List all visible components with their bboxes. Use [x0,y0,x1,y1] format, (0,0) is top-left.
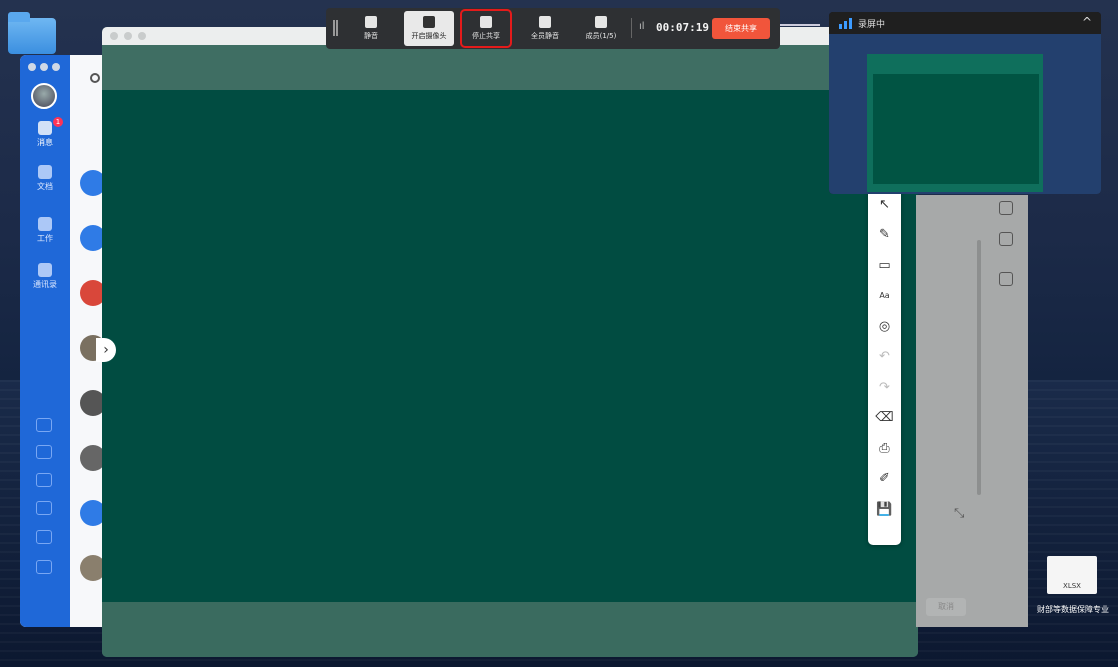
sidebar-item-contacts[interactable]: 通讯录 [25,263,65,290]
mail-icon[interactable] [36,530,52,544]
meeting-control-bar: 静音 开启摄像头 停止共享 全员静音 成员(1/5) ıl 00:07:19 结… [326,8,780,49]
end-share-button[interactable]: 结束共享 [712,18,770,39]
contacts-icon [38,263,52,277]
sidebar-item-label: 文档 [37,182,53,191]
ding-icon[interactable] [36,473,52,487]
mute-all-icon [539,16,551,28]
desktop-divider [780,24,820,26]
window-footer [102,602,918,657]
eraser-icon[interactable]: ⌫ [874,407,896,429]
window-header [102,45,918,90]
screen-share-icon [480,16,492,28]
collapse-icon[interactable]: ^ [1082,15,1092,29]
sidebar-item-label: 消息 [37,138,53,147]
sidebar-item-label: 工作 [37,234,53,243]
file-name[interactable]: 财部等数据保障专业 [1028,604,1118,615]
annotation-toolbar: ↖ ✎ ▭ Aa ◎ ↶ ↷ ⌫ ⎙ ✐ 💾 [868,185,901,545]
camera-button[interactable]: 开启摄像头 [404,11,454,46]
pointer-icon[interactable]: ↖ [874,193,896,215]
redo-icon[interactable]: ↷ [874,376,896,398]
fullscreen-icon[interactable]: ⤡ [954,506,964,521]
folder-icon[interactable] [8,12,56,54]
members-icon [595,16,607,28]
preview-thumbnail [829,34,1101,194]
xlsx-file-icon[interactable]: XLSX [1047,556,1097,594]
edit-icon[interactable]: ✐ [874,468,896,490]
recording-level-icon [839,18,853,29]
laser-icon[interactable]: ◎ [874,315,896,337]
recording-preview: 录屏中 ^ [829,12,1101,194]
sidebar-item-label: 通讯录 [33,280,57,289]
drag-handle-icon[interactable] [333,20,338,36]
im-sidebar: 消息 1 文档 工作 通讯录 [20,55,70,627]
sidebar-item-docs[interactable]: 文档 [25,165,65,192]
mute-button[interactable]: 静音 [346,11,396,46]
pen-icon[interactable]: ✎ [874,224,896,246]
signal-icon: ıl [639,21,645,32]
mute-all-button[interactable]: 全员静音 [520,11,570,46]
calendar-icon[interactable] [36,418,52,432]
todo-icon[interactable] [36,445,52,459]
preview-title: 录屏中 [858,20,886,30]
unread-badge: 1 [53,117,63,127]
doc-icon [38,165,52,179]
camera-icon [423,16,435,28]
preview-header: 录屏中 ^ [829,12,1101,34]
save-icon[interactable]: 💾 [874,498,896,520]
avatar[interactable] [31,83,57,109]
comment-icon[interactable] [999,201,1013,215]
phone-icon[interactable] [36,501,52,515]
capture-icon[interactable] [999,232,1013,246]
box-icon[interactable] [999,272,1013,286]
members-button[interactable]: 成员(1/5) [576,11,626,46]
stop-share-button[interactable]: 停止共享 [460,9,512,48]
whiteboard-canvas[interactable] [102,90,918,602]
preview-board [873,74,1039,184]
shared-window [102,27,918,657]
window-controls [28,63,60,71]
divider [631,18,632,38]
more-apps-icon[interactable] [36,560,52,574]
cancel-button[interactable]: 取消 [926,598,966,616]
undo-icon[interactable]: ↶ [874,346,896,368]
mic-icon [365,16,377,28]
side-panel [916,195,1028,627]
zoom-slider[interactable] [977,240,981,495]
shapes-icon[interactable]: ▭ [874,254,896,276]
text-icon[interactable]: Aa [874,285,896,307]
apps-icon [38,217,52,231]
stamp-icon[interactable]: ⎙ [874,437,896,459]
search-icon[interactable] [90,73,100,83]
sidebar-item-work[interactable]: 工作 [25,217,65,244]
meeting-timer: 00:07:19 [656,21,709,34]
chat-icon [38,121,52,135]
